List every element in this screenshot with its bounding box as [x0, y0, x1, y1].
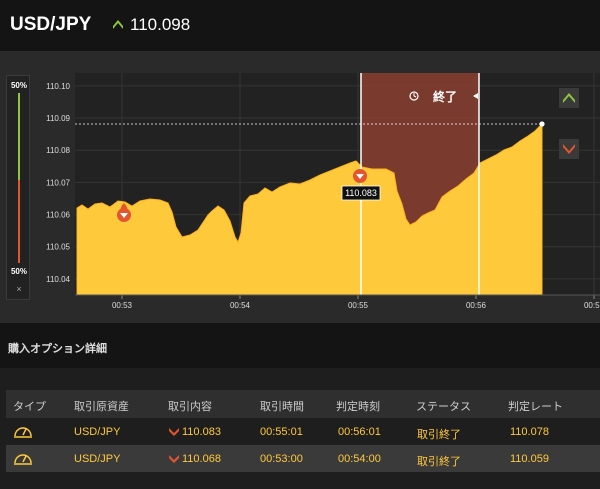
call-button-bg — [559, 88, 579, 108]
col-asset: 取引原資産 — [74, 401, 129, 413]
clock-icon — [14, 454, 32, 465]
table-row[interactable]: USD/JPY 110.068 00:53:00 00:54:00 取引終了 1… — [6, 445, 600, 472]
row-asset: USD/JPY — [74, 426, 121, 438]
currency-pair: USD/JPY — [10, 14, 92, 35]
col-content: 取引内容 — [168, 401, 212, 413]
x-tick-label: 00:53 — [112, 301, 133, 310]
x-tick-label: 00:56 — [466, 301, 487, 310]
call-button[interactable] — [559, 88, 579, 108]
up-arrow-icon — [113, 20, 123, 29]
marker-price-label: 110.083 — [345, 188, 377, 198]
section-title: 購入オプション詳細 — [8, 343, 107, 355]
current-price: 110.098 — [130, 15, 191, 34]
header-bar: USD/JPY 110.098 — [0, 0, 600, 51]
row-time: 00:55:01 — [260, 426, 303, 438]
x-tick-label: 00:57 — [584, 301, 600, 310]
y-tick-label: 110.08 — [46, 146, 70, 155]
x-tick-label: 00:54 — [230, 301, 251, 310]
down-arrow-icon — [169, 455, 179, 463]
row-price: 110.068 — [182, 453, 221, 465]
col-judge-time: 判定時刻 — [336, 401, 380, 413]
y-tick-label: 110.10 — [46, 82, 70, 91]
y-tick-label: 110.07 — [46, 178, 70, 187]
down-arrow-icon — [169, 428, 179, 436]
row-rate: 110.078 — [510, 426, 549, 438]
col-status: ステータス — [416, 401, 471, 413]
current-price-dot — [539, 121, 545, 127]
x-tick-label: 00:55 — [348, 301, 369, 310]
y-tick-label: 110.05 — [46, 243, 70, 252]
row-judge-time: 00:54:00 — [338, 453, 381, 465]
clock-icon — [14, 427, 32, 438]
y-tick-label: 110.09 — [46, 114, 70, 123]
row-price: 110.083 — [182, 426, 221, 438]
col-rate: 判定レート — [508, 401, 563, 413]
put-button[interactable] — [559, 139, 579, 159]
trade-marker-2 — [353, 169, 367, 183]
row-judge-time: 00:56:01 — [338, 426, 381, 438]
col-type: タイプ — [13, 401, 46, 413]
price-chart: 110.10 110.09 110.08 110.07 110.06 110.05 110.… — [46, 73, 600, 310]
section-header: 購入オプション詳細 — [0, 323, 600, 368]
row-rate: 110.059 — [510, 453, 549, 465]
table-header: タイプ 取引原資産 取引内容 取引時間 判定時刻 ステータス 判定レート — [6, 390, 600, 418]
row-time: 00:53:00 — [260, 453, 303, 465]
row-asset: USD/JPY — [74, 453, 121, 465]
put-button-bg — [559, 139, 579, 159]
row-status: 取引終了 — [417, 429, 461, 441]
row-status: 取引終了 — [417, 456, 461, 468]
y-tick-label: 110.06 — [46, 211, 70, 220]
table-row[interactable]: USD/JPY 110.083 00:55:01 00:56:01 取引終了 1… — [6, 418, 600, 445]
purchase-table: タイプ 取引原資産 取引内容 取引時間 判定時刻 ステータス 判定レート USD… — [6, 390, 600, 472]
expiry-label: 終了 — [433, 89, 457, 104]
y-tick-label: 110.04 — [46, 275, 70, 284]
col-time: 取引時間 — [260, 401, 304, 413]
